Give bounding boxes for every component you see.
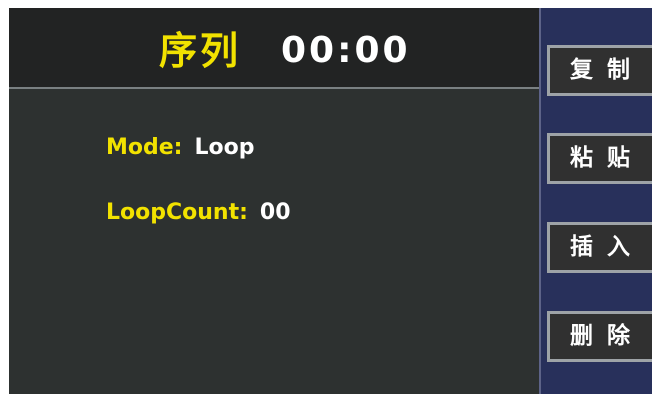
main-panel: 序列 00:00 Mode: Loop LoopCount: 00 <box>9 8 539 394</box>
device-screen: 序列 00:00 Mode: Loop LoopCount: 00 复制 粘贴 插入… <box>9 8 652 394</box>
loopcount-row: LoopCount: 00 <box>106 199 291 227</box>
mode-row: Mode: Loop <box>106 134 254 162</box>
page-title: 序列 <box>159 29 242 73</box>
elapsed-time: 00:00 <box>281 30 411 71</box>
paste-button[interactable]: 粘贴 <box>547 133 652 184</box>
mode-value[interactable]: Loop <box>194 135 254 160</box>
sidebar: 复制 粘贴 插入 删除 <box>539 8 652 394</box>
delete-button[interactable]: 删除 <box>547 311 652 362</box>
mode-label: Mode: <box>106 135 183 160</box>
copy-button[interactable]: 复制 <box>547 45 652 96</box>
loopcount-label: LoopCount: <box>106 200 248 225</box>
header-bar: 序列 00:00 <box>9 8 539 89</box>
insert-button[interactable]: 插入 <box>547 222 652 273</box>
loopcount-value[interactable]: 00 <box>260 200 291 225</box>
